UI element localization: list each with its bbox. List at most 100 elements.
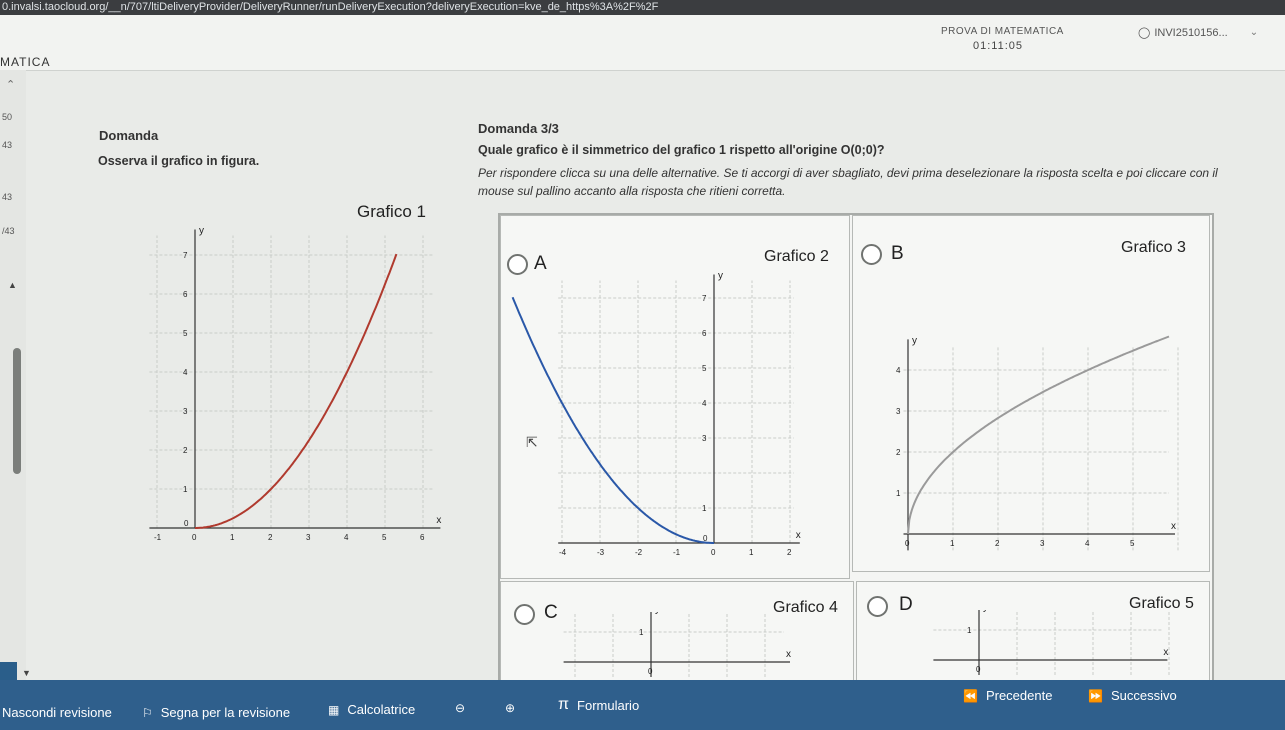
x-tick-label: 0 [711,548,716,557]
graph-2: xy-4 -3 -2 -1 0 1 21345670 [511,271,801,557]
zoom-out-button[interactable]: ⊖ [455,701,465,715]
graph-curve [907,335,1170,535]
x-tick-label: -1 [673,548,681,557]
x-axis-label: x [1171,521,1176,532]
sidebar-row[interactable]: 43 [2,140,12,150]
graph-1: x y -1 0 1 2 3 4 5 6 1 2 3 4 5 6 7 0 [149,226,441,542]
question-instructions: Per rispondere clicca su una delle alter… [478,166,1218,198]
x-tick-label: 4 [344,533,349,542]
test-name: PROVA DI MATEMATICA [941,26,1064,37]
x-tick-label: 3 [306,533,311,542]
rewind-icon: ⏪ [963,688,978,703]
triangle-up-icon[interactable]: ▲ [8,280,17,290]
next-button[interactable]: ⏩ Successivo [1088,688,1177,703]
y-tick-label: 5 [702,364,707,373]
y-tick-label: 1 [896,489,901,498]
y-tick-label: 1 [967,626,972,635]
calculator-button[interactable]: ▦ Calcolatrice [328,702,415,717]
browser-url-bar[interactable]: 0.invalsi.taocloud.org/__n/707/ltiDelive… [0,0,1285,15]
option-d[interactable]: D Grafico 5 xy01 [856,581,1210,684]
origin-label: 0 [184,519,189,528]
previous-button[interactable]: ⏪ Precedente [963,688,1052,703]
graph-curve [511,296,714,544]
current-item-marker [0,662,17,680]
y-tick-label: 1 [639,628,644,637]
chevron-up-icon[interactable]: ⌃ [6,78,15,91]
y-tick-label: 7 [183,251,188,260]
x-axis-label: x [436,515,441,526]
x-tick-label: 0 [976,665,981,674]
user-icon: ◯ [1138,27,1151,39]
x-tick-label: -3 [597,548,605,557]
y-axis-label: y [912,335,917,346]
sidebar-scrollbar[interactable] [13,348,21,474]
x-axis-label: x [786,649,791,660]
y-tick-label: 3 [896,407,901,416]
formulary-button[interactable]: π Formulario [558,696,639,714]
timer: 01:11:05 [973,40,1024,52]
y-tick-label: 1 [183,485,188,494]
chevron-down-icon: ⌄ [1249,27,1259,38]
sidebar-row[interactable]: /43 [2,226,15,236]
option-a-caption: Grafico 2 [764,248,829,265]
x-tick-label: 5 [382,533,387,542]
y-tick-label: 2 [183,446,188,455]
x-tick-label: -2 [635,548,643,557]
user-menu[interactable]: ◯ INVI2510156... ⌄ [1138,26,1259,40]
domanda-label: Domanda [99,128,159,143]
option-b-letter: B [891,243,904,264]
x-tick-label: -4 [559,548,567,557]
footer-bar: Nascondi revisione ⚐ Segna per la revisi… [0,680,1285,730]
x-tick-label: -1 [154,533,162,542]
option-d-radio[interactable] [867,596,888,617]
x-axis-label: x [796,530,801,541]
y-tick-label: 4 [702,399,707,408]
y-tick-label: 5 [183,329,188,338]
sidebar-row[interactable]: 43 [2,192,12,202]
section-title: MATICA [0,55,51,69]
flag-review-button[interactable]: ⚐ Segna per la revisione [142,705,290,720]
graph-5: x y 0 1 [933,610,1170,675]
question-number: Domanda 3/3 [478,121,559,136]
y-tick-label: 2 [896,448,901,457]
answer-options: A Grafico 2 x y -4 -3 -2 -1 0 1 2 1 3 4 5 6 7 0 ⇱ B Gra… [498,213,1214,684]
option-b-radio[interactable] [861,244,882,265]
x-tick-label: 2 [268,533,273,542]
top-bar: MATICA PROVA DI MATEMATICA 01:11:05 ◯ IN… [0,15,1285,71]
y-tick-label: 3 [702,434,707,443]
calculator-icon: ▦ [328,702,340,717]
left-prompt: Osserva il grafico in figura. [98,154,260,168]
option-c[interactable]: C Grafico 4 xy01 [500,581,854,684]
y-axis-label: y [983,610,988,613]
option-b[interactable]: B Grafico 3 x y 0 1 2 3 4 5 1 2 3 4 [852,215,1210,572]
x-tick-label: 2 [995,539,1000,548]
y-axis-label: y [655,612,660,615]
y-tick-label: 1 [702,504,707,513]
zoom-in-icon: ⊕ [505,701,516,715]
x-tick-label: 0 [192,533,197,542]
x-tick-label: 4 [1085,539,1090,548]
fast-forward-icon: ⏩ [1088,688,1103,703]
graph1-caption: Grafico 1 [357,202,426,221]
hide-review-button[interactable]: Nascondi revisione [2,705,112,720]
option-a-radio[interactable] [507,254,528,275]
y-tick-label: 3 [183,407,188,416]
y-tick-label: 4 [896,366,901,375]
option-c-radio[interactable] [514,604,535,625]
y-tick-label: 6 [183,290,188,299]
x-tick-label: 1 [230,533,235,542]
zoom-out-icon: ⊖ [455,701,466,715]
y-tick-label: 7 [702,294,707,303]
option-b-caption: Grafico 3 [1121,239,1186,256]
zoom-in-button[interactable]: ⊕ [505,701,515,715]
graph-3: x y 0 1 2 3 4 5 1 2 3 4 [896,335,1179,551]
question-text: Quale grafico è il simmetrico del grafic… [478,143,885,157]
y-tick-label: 6 [702,329,707,338]
mouse-pointer-icon: ⇱ [526,434,538,450]
option-d-letter: D [899,594,913,615]
y-axis-label: y [199,226,204,237]
sidebar-row[interactable]: 50 [2,112,12,122]
option-a[interactable]: A Grafico 2 x y -4 -3 -2 -1 0 1 2 1 3 4 5 6 7 0 ⇱ [500,215,850,579]
x-tick-label: 0 [905,539,910,548]
triangle-down-icon[interactable]: ▼ [22,668,31,678]
